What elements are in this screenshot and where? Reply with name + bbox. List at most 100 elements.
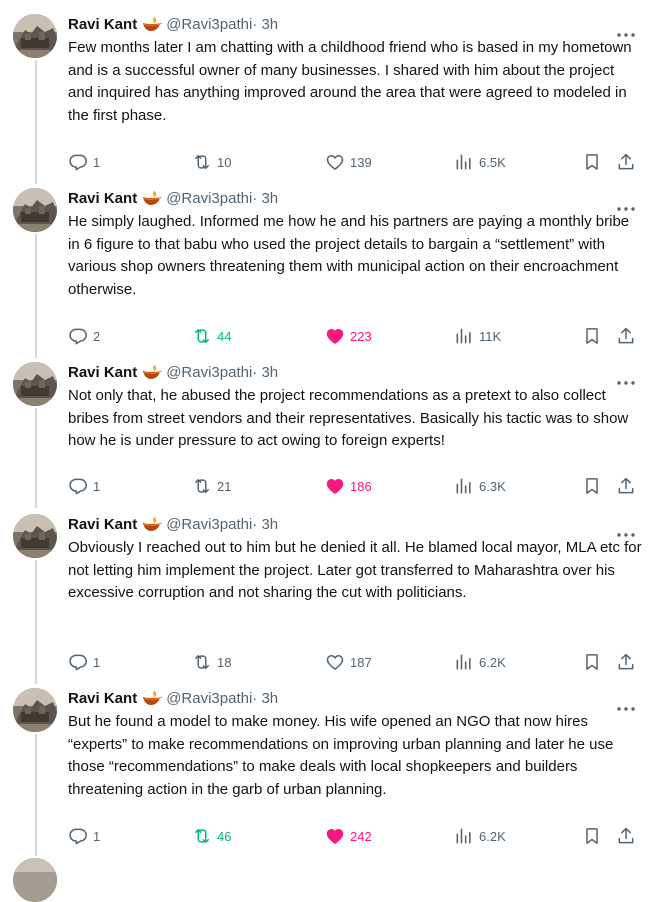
retweet-count: 18 [217, 654, 232, 670]
reply-count: 1 [93, 154, 101, 170]
more-icon[interactable] [617, 698, 635, 711]
tweet-header: Ravi Kant @Ravi3pathi· 3h [68, 15, 278, 38]
views-button[interactable]: 6.2K [454, 652, 506, 672]
tweet-actions: 1 18 187 6.2K [68, 652, 643, 672]
like-count: 187 [350, 654, 372, 670]
like-button[interactable]: 223 [325, 326, 372, 346]
views-button[interactable]: 6.2K [454, 826, 506, 846]
more-icon[interactable] [617, 524, 635, 537]
tweet-text: But he found a model to make money. His … [68, 713, 614, 798]
retweet-button[interactable]: 18 [192, 652, 231, 672]
reply-button[interactable]: 1 [68, 652, 100, 672]
diya-lamp-emoji [142, 190, 163, 212]
retweet-icon [195, 155, 209, 169]
diya-lamp-emoji [142, 516, 163, 538]
more-icon[interactable] [617, 24, 635, 37]
reply-button[interactable]: 2 [68, 326, 100, 346]
like-count: 242 [350, 828, 372, 844]
bookmark-button[interactable] [582, 326, 602, 346]
retweet-icon [195, 655, 209, 669]
views-icon [456, 654, 471, 670]
avatar[interactable] [13, 14, 57, 58]
more-icon[interactable] [617, 198, 635, 211]
views-icon [456, 328, 471, 344]
heart-icon [326, 155, 344, 170]
bookmark-icon [586, 828, 598, 844]
tweet-time[interactable]: · 3h [252, 516, 278, 533]
tweet-header: Ravi Kant @Ravi3pathi· 3h [68, 689, 278, 712]
views-count: 6.2K [479, 828, 506, 844]
views-icon [456, 828, 471, 844]
like-button[interactable]: 187 [325, 652, 372, 672]
avatar[interactable] [13, 688, 57, 732]
tweet-time[interactable]: · 3h [252, 364, 278, 381]
diya-lamp-emoji [142, 690, 163, 712]
like-button[interactable]: 139 [325, 152, 372, 172]
tweet-text: Few months later I am chatting with a ch… [68, 39, 632, 124]
like-button[interactable]: 242 [325, 826, 372, 846]
retweet-button[interactable]: 44 [192, 326, 231, 346]
author-name[interactable]: Ravi Kant [68, 190, 137, 207]
tweet-text: Not only that, he abused the project rec… [68, 387, 629, 449]
share-icon [618, 653, 634, 670]
author-name[interactable]: Ravi Kant [68, 364, 137, 381]
views-icon [456, 154, 471, 170]
retweet-button[interactable]: 46 [192, 826, 231, 846]
tweet-actions: 1 46 242 6.2K [68, 826, 643, 846]
views-count: 6.3K [479, 478, 506, 494]
bookmark-button[interactable] [582, 476, 602, 496]
author-handle[interactable]: @Ravi3pathi [166, 16, 252, 33]
avatar[interactable] [13, 362, 57, 406]
tweet-time[interactable]: · 3h [252, 690, 278, 707]
bookmark-button[interactable] [582, 152, 602, 172]
share-button[interactable] [616, 652, 636, 672]
retweet-button[interactable]: 21 [192, 476, 231, 496]
retweet-icon [195, 479, 209, 493]
share-icon [618, 153, 634, 170]
author-name[interactable]: Ravi Kant [68, 16, 137, 33]
share-icon [618, 827, 634, 844]
retweet-count: 10 [217, 154, 232, 170]
tweet-header: Ravi Kant @Ravi3pathi· 3h [68, 515, 278, 538]
tweet-actions: 1 10 139 6.5K [68, 152, 643, 172]
views-button[interactable]: 6.5K [454, 152, 506, 172]
share-button[interactable] [616, 826, 636, 846]
reply-button[interactable]: 1 [68, 152, 100, 172]
author-name[interactable]: Ravi Kant [68, 516, 137, 533]
author-handle[interactable]: @Ravi3pathi [166, 364, 252, 381]
reply-icon [69, 828, 87, 845]
avatar[interactable] [13, 858, 57, 902]
share-button[interactable] [616, 326, 636, 346]
author-handle[interactable]: @Ravi3pathi [166, 690, 252, 707]
heart-icon [326, 329, 344, 344]
bookmark-button[interactable] [582, 652, 602, 672]
author-handle[interactable]: @Ravi3pathi [166, 190, 252, 207]
retweet-count: 21 [217, 478, 232, 494]
tweet-time[interactable]: · 3h [252, 16, 278, 33]
retweet-icon [195, 329, 209, 343]
reply-icon [69, 654, 87, 671]
reply-count: 1 [93, 478, 101, 494]
more-icon[interactable] [617, 372, 635, 385]
views-button[interactable]: 6.3K [454, 476, 506, 496]
share-button[interactable] [616, 152, 636, 172]
reply-count: 1 [93, 828, 101, 844]
reply-button[interactable]: 1 [68, 476, 100, 496]
bookmark-icon [586, 478, 598, 494]
views-count: 6.2K [479, 654, 506, 670]
thread-line [35, 408, 37, 508]
tweet-time[interactable]: · 3h [252, 190, 278, 207]
views-button[interactable]: 11K [454, 326, 501, 346]
heart-icon [326, 655, 344, 670]
avatar[interactable] [13, 188, 57, 232]
bookmark-button[interactable] [582, 826, 602, 846]
tweet-header: Ravi Kant @Ravi3pathi· 3h [68, 363, 278, 386]
share-button[interactable] [616, 476, 636, 496]
retweet-button[interactable]: 10 [192, 152, 231, 172]
reply-button[interactable]: 1 [68, 826, 100, 846]
author-handle[interactable]: @Ravi3pathi [166, 516, 252, 533]
like-button[interactable]: 186 [325, 476, 372, 496]
author-name[interactable]: Ravi Kant [68, 690, 137, 707]
avatar[interactable] [13, 514, 57, 558]
like-count: 223 [350, 328, 372, 344]
